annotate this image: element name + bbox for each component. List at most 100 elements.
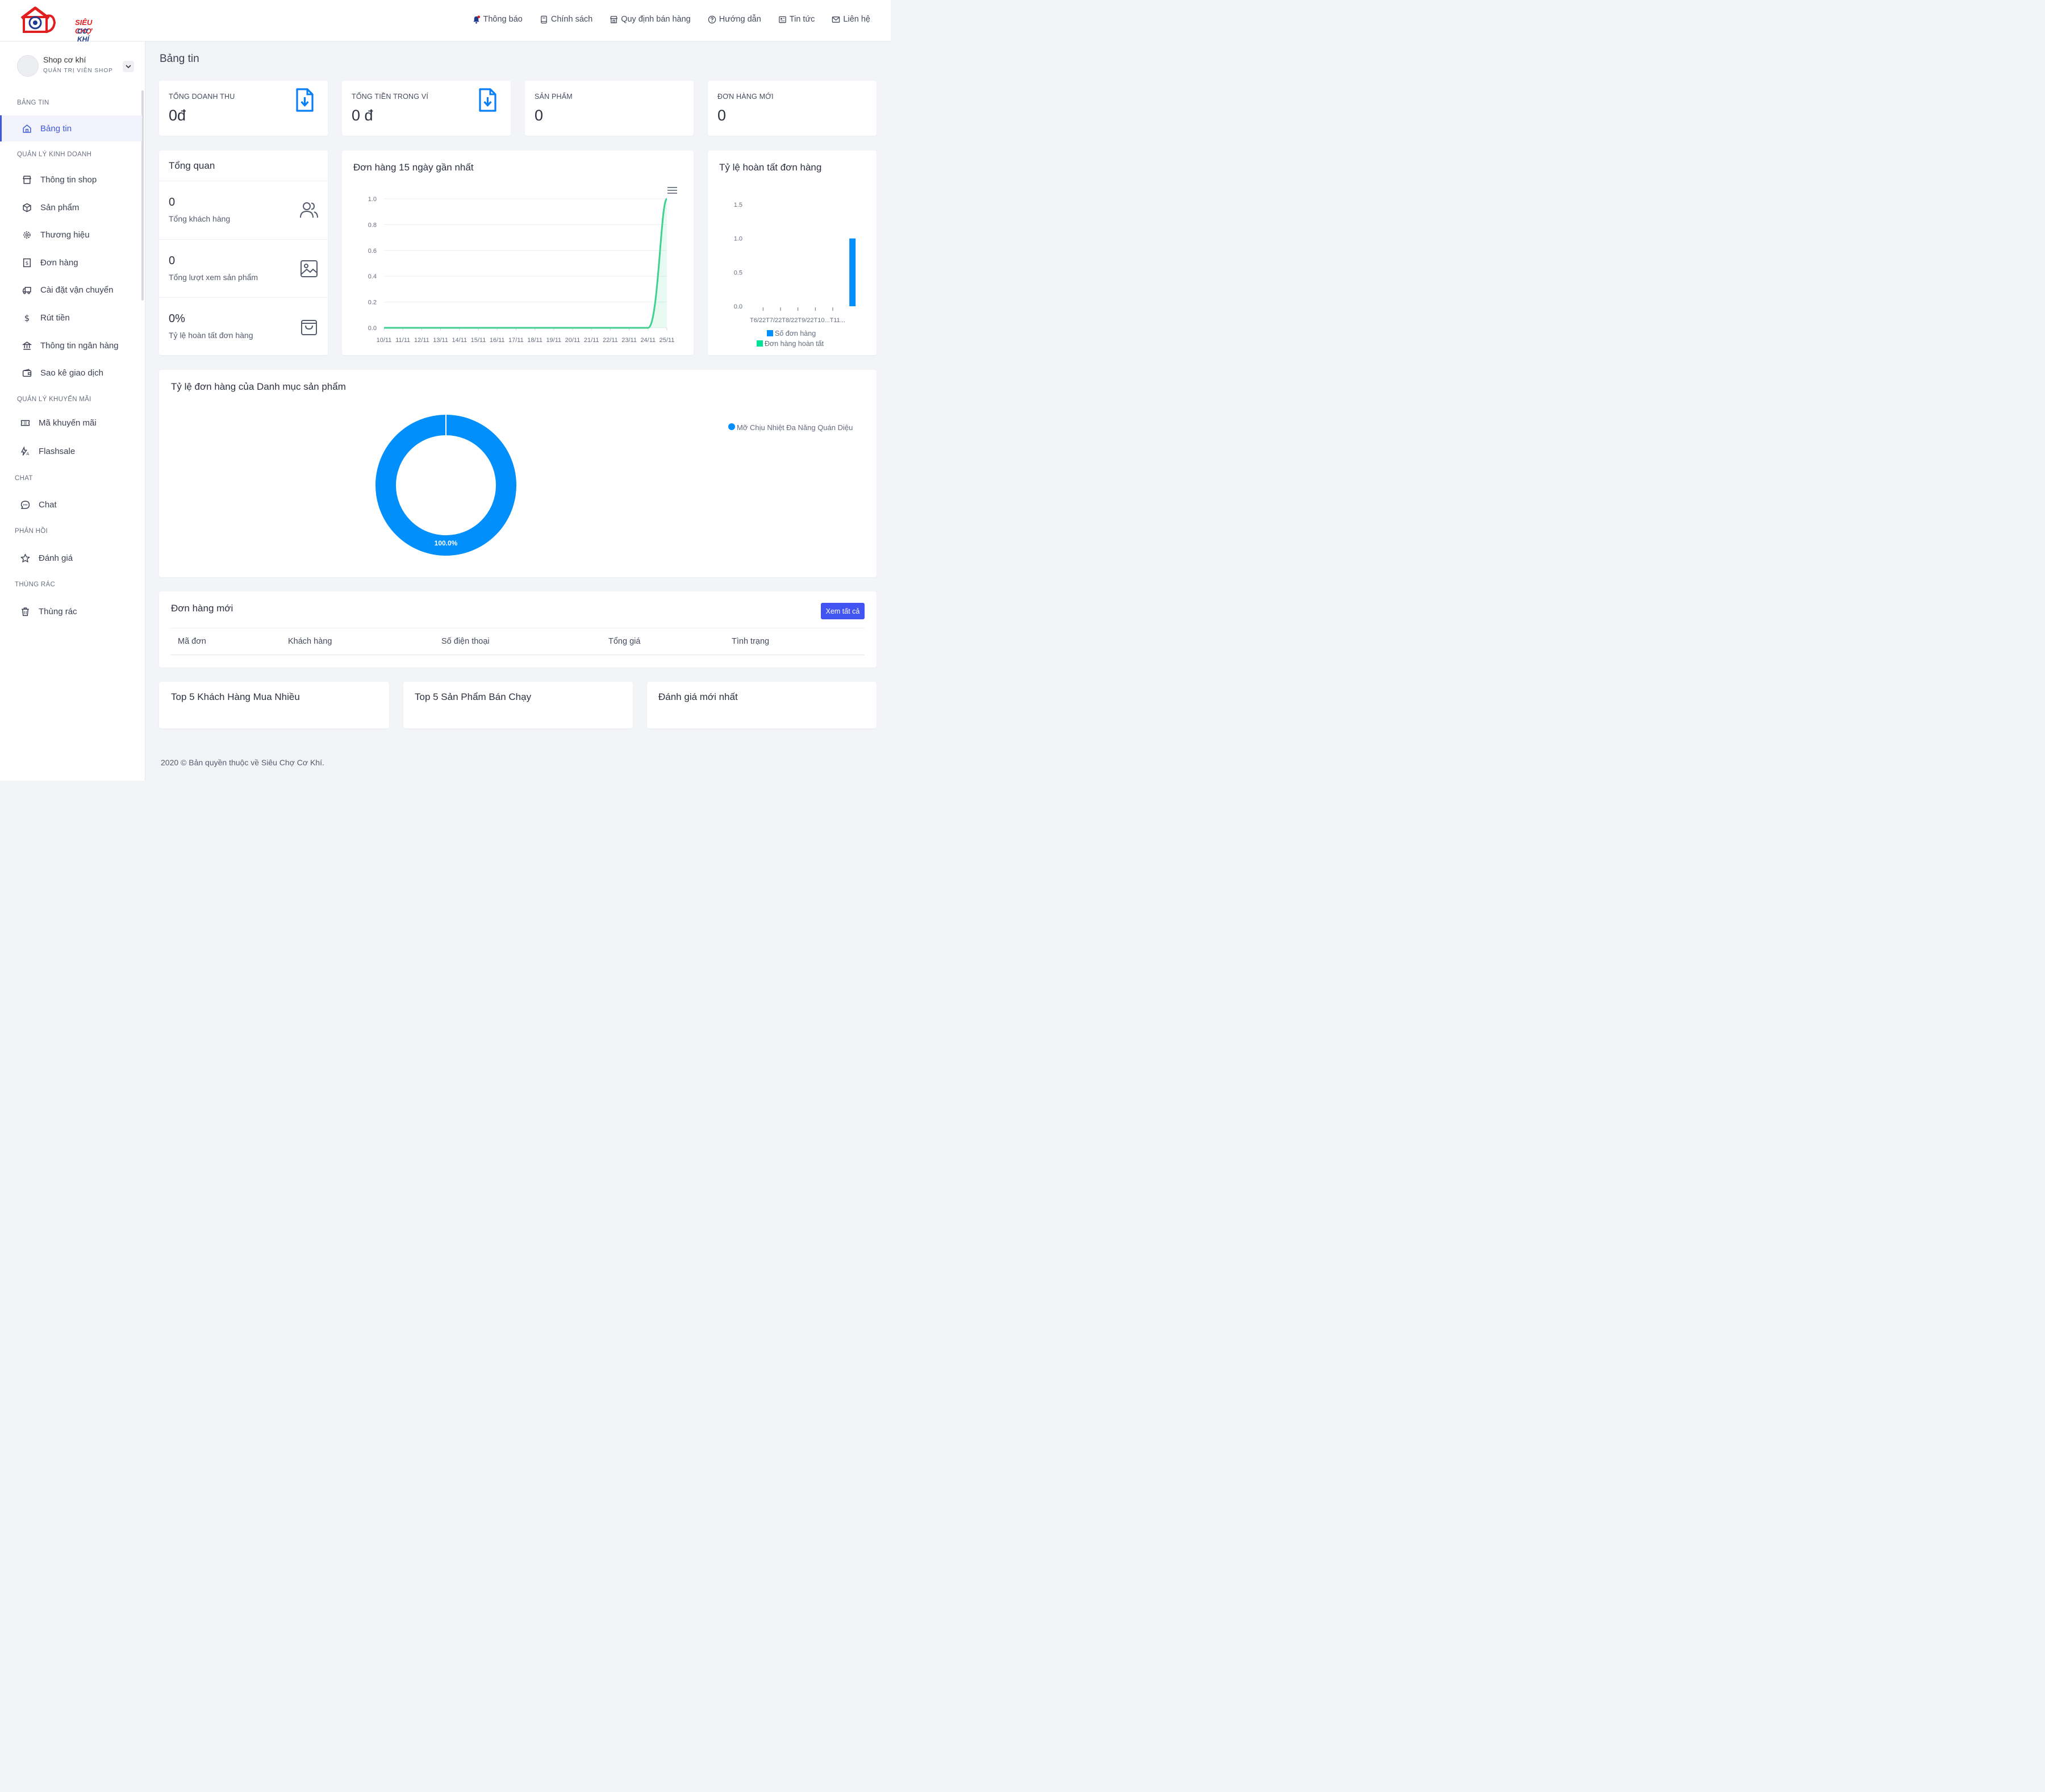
stat-card-products: SẢN PHẨM 0 (525, 81, 694, 136)
topnav-notifications[interactable]: Thông báo (472, 15, 523, 24)
sidebar-item-withdraw[interactable]: $ Rút tiền (0, 305, 142, 331)
stat-card-revenue: TỔNG DOANH THU 0đ (159, 81, 328, 136)
sidebar-item-flashsale[interactable]: A Flashsale (0, 438, 142, 464)
x-tick-label: 17/11 (508, 337, 524, 344)
user-profile[interactable]: Shop cơ khí QUẢN TRỊ VIÊN SHOP (17, 55, 136, 78)
y-tick-label: 1.0 (734, 236, 742, 243)
bar[interactable] (849, 238, 856, 306)
bell-icon (473, 15, 480, 24)
x-tick-label: 12/11 (414, 337, 429, 344)
sidebar-item-orders[interactable]: $ Đơn hàng (0, 249, 142, 276)
card-title: Đánh giá mới nhất (658, 691, 738, 702)
card-title: Top 5 Sản Phẩm Bán Chạy (415, 691, 532, 702)
new-orders-title: Đơn hàng mới (171, 603, 233, 614)
overview-card: Tổng quan 0 Tổng khách hàng 0 Tổng lượt … (159, 151, 328, 355)
y-tick-label: 0.5 (734, 269, 742, 276)
sidebar-item-chat[interactable]: Chat (0, 491, 142, 518)
legend-label[interactable]: Số đơn hàng (775, 330, 816, 337)
topnav-policy[interactable]: Chính sách (540, 15, 592, 24)
sidebar-item-trash[interactable]: Thùng rác (0, 598, 142, 624)
file-download-icon (296, 88, 314, 112)
series-line (384, 198, 668, 329)
gear-icon (23, 231, 31, 239)
overview-row-completion: 0% Tỷ lệ hoàn tất đơn hàng (159, 297, 328, 355)
store-icon (610, 15, 618, 23)
user-role: QUẢN TRỊ VIÊN SHOP (43, 68, 113, 74)
stat-label: SẢN PHẨM (535, 93, 573, 101)
x-tick-label: 13/11 (433, 337, 448, 344)
overview-row-views: 0 Tổng lượt xem sản phẩm (159, 239, 328, 297)
top-customers-card: Top 5 Khách Hàng Mua Nhiều (159, 682, 389, 728)
column-header-order-id[interactable]: Mã đơn (178, 637, 206, 646)
legend: Số đơn hàng Đơn hàng hoàn tất (757, 330, 824, 348)
completion-rate-card: Tỷ lệ hoàn tất đơn hàng 0.0 0.5 1.0 1.5 T6/… (708, 151, 877, 355)
image-icon (301, 260, 318, 277)
sidebar-item-label: Thông tin ngân hàng (40, 340, 119, 351)
orders-15-days-card: Đơn hàng 15 ngày gần nhất 0.0 0.2 0.4 0.6 0.… (342, 151, 694, 355)
dollar-icon: $ (24, 313, 29, 323)
x-tick-label: 11/11 (395, 337, 410, 344)
svg-text:$: $ (25, 261, 28, 266)
x-tick-label: 10/11 (377, 337, 392, 344)
sidebar-item-shop-info[interactable]: Thông tin shop (0, 166, 142, 193)
slice-data-label: 100.0% (435, 539, 458, 547)
sidebar-item-bank-info[interactable]: Thông tin ngân hàng (0, 332, 142, 359)
footer-copyright: 2020 © Bản quyền thuộc về Siêu Chợ Cơ Kh… (161, 758, 324, 767)
wallet-icon (22, 368, 31, 377)
latest-reviews-card: Đánh giá mới nhất (647, 682, 877, 728)
brand-logo[interactable]: SIÊU CHỢ CƠ KHÍ (19, 6, 93, 43)
column-header-phone[interactable]: Số điện thoại (441, 637, 490, 646)
y-tick-label: 1.5 (734, 202, 742, 209)
sidebar-item-dashboard[interactable]: Bảng tin (0, 115, 142, 141)
book-icon (541, 15, 547, 23)
topnav-news[interactable]: Tin tức (778, 15, 815, 24)
sidebar-item-label: Chat (39, 499, 57, 510)
page-title: Bảng tin (160, 53, 199, 65)
chart-menu-icon[interactable] (667, 187, 677, 194)
x-tick-label: 15/11 (471, 337, 486, 344)
stat-value: 0 (535, 107, 544, 124)
section-business: QUẢN LÝ KINH DOANH (17, 151, 92, 158)
top-products-card: Top 5 Sản Phẩm Bán Chạy (403, 682, 633, 728)
y-tick-label: 0.8 (368, 222, 377, 228)
overview-value: 0% (169, 312, 185, 325)
user-menu-toggle[interactable] (123, 61, 134, 72)
legend-swatch-completed (757, 340, 763, 347)
sidebar-item-label: Đơn hàng (40, 257, 78, 268)
x-tick-label: 20/11 (565, 337, 581, 344)
column-header-total[interactable]: Tổng giá (608, 637, 640, 646)
help-circle-icon (708, 15, 716, 23)
section-news: BẢNG TIN (17, 99, 49, 106)
stat-value: 0 đ (352, 107, 373, 124)
flash-sale-icon: A (20, 446, 30, 456)
sidebar-item-coupons[interactable]: Mã khuyến mãi (0, 410, 142, 436)
topnav-label: Chính sách (550, 15, 593, 24)
donut-slice[interactable] (375, 415, 516, 556)
sidebar-item-brands[interactable]: Thương hiệu (0, 222, 142, 248)
overview-value: 0 (169, 255, 176, 267)
column-header-customer[interactable]: Khách hàng (288, 637, 332, 646)
overview-row-customers: 0 Tổng khách hàng (159, 181, 328, 239)
sidebar-item-reviews[interactable]: Đánh giá (0, 545, 142, 571)
x-tick-label: 19/11 (546, 337, 561, 344)
x-tick-label: 18/11 (527, 337, 542, 344)
x-tick-label: 22/11 (603, 337, 618, 344)
y-tick-label: 0.2 (368, 299, 377, 306)
invoice-icon: $ (23, 258, 31, 267)
category-ratio-card: Tỷ lệ đơn hàng của Danh mục sản phẩm 100… (159, 370, 877, 577)
view-all-button[interactable]: Xem tất cả (821, 603, 865, 619)
star-icon (20, 553, 30, 562)
trash-icon (21, 607, 29, 616)
overview-title: Tổng quan (169, 160, 215, 171)
topnav-contact[interactable]: Liên hệ (832, 15, 870, 24)
legend-label[interactable]: Mỡ Chịu Nhiệt Đa Năng Quán Diệu (737, 423, 853, 432)
legend-label[interactable]: Đơn hàng hoàn tất (765, 340, 824, 348)
column-header-status[interactable]: Tình trạng (732, 637, 769, 646)
topnav-label: Tin tức (789, 15, 815, 24)
sidebar-item-products[interactable]: Sản phẩm (0, 194, 142, 220)
topnav-guide[interactable]: Hướng dẫn (708, 15, 761, 24)
topnav-sales-rules[interactable]: Quy định bán hàng (610, 15, 691, 24)
sidebar-item-shipping[interactable]: Cài đặt vận chuyển (0, 277, 142, 303)
top-bar: SIÊU CHỢ CƠ KHÍ Thông báo Chính sách Quy… (0, 0, 891, 43)
sidebar-item-statements[interactable]: Sao kê giao dịch (0, 360, 142, 386)
